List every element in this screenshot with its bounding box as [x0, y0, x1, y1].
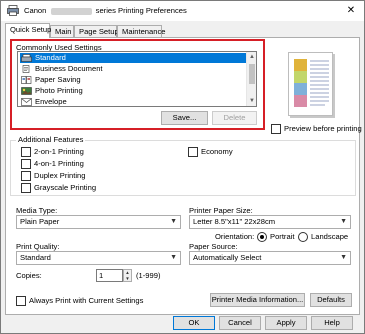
- always-print-label: Always Print with Current Settings: [29, 296, 144, 305]
- economy-checkbox[interactable]: [188, 147, 198, 157]
- portrait-radio[interactable]: [257, 232, 267, 242]
- list-item[interactable]: Envelope: [20, 97, 246, 106]
- duplex-printing-checkbox[interactable]: [21, 171, 31, 181]
- preview-before-printing-checkbox[interactable]: [271, 124, 281, 134]
- landscape-label: Landscape: [311, 232, 349, 241]
- copies-range: (1-999): [136, 271, 161, 280]
- list-scrollbar[interactable]: ▲ ▼: [246, 52, 256, 106]
- printer-paper-size-value: Letter 8.5"x11" 22x28cm: [193, 217, 276, 226]
- two-on-one-label: 2-on-1 Printing: [34, 147, 84, 156]
- scroll-thumb[interactable]: [249, 64, 255, 84]
- envelope-icon: [21, 98, 32, 106]
- list-item-label: Envelope: [35, 97, 67, 106]
- blurred-model-name: [50, 7, 92, 15]
- four-on-one-label: 4-on-1 Printing: [34, 159, 84, 168]
- grayscale-printing-checkbox[interactable]: [21, 183, 31, 193]
- cancel-button[interactable]: Cancel: [219, 316, 261, 330]
- help-button[interactable]: Help: [311, 316, 353, 330]
- page-preview-graphic: [294, 59, 329, 107]
- chevron-down-icon: ▼: [340, 254, 347, 261]
- window-title-suffix: series Printing Preferences: [95, 6, 187, 15]
- printer-media-information-button[interactable]: Printer Media Information...: [210, 293, 305, 307]
- page-preview-image: [288, 52, 333, 116]
- defaults-button[interactable]: Defaults: [310, 293, 352, 307]
- window-title: Canon series Printing Preferences: [24, 6, 187, 15]
- print-quality-dropdown[interactable]: Standard ▼: [16, 251, 181, 265]
- list-item-label: Standard: [35, 53, 66, 62]
- grayscale-printing-label: Grayscale Printing: [34, 183, 97, 192]
- media-type-value: Plain Paper: [20, 217, 60, 226]
- apply-button[interactable]: Apply: [265, 316, 307, 330]
- orientation-label: Orientation:: [215, 232, 255, 241]
- four-on-one-checkbox[interactable]: [21, 159, 31, 169]
- close-icon[interactable]: ✕: [344, 4, 358, 18]
- paper-saving-icon: [21, 76, 32, 84]
- copies-stepper[interactable]: ▲ ▼: [123, 269, 132, 282]
- standard-printer-icon: [21, 54, 32, 62]
- list-item[interactable]: Standard: [20, 53, 246, 63]
- tab-quick-setup[interactable]: Quick Setup: [5, 23, 51, 38]
- photo-printing-icon: [21, 87, 32, 95]
- portrait-label: Portrait: [270, 232, 295, 241]
- duplex-printing-label: Duplex Printing: [34, 171, 86, 180]
- copies-label: Copies:: [16, 271, 42, 280]
- delete-button[interactable]: Delete: [212, 111, 257, 125]
- commonly-used-settings-list[interactable]: Standard Business Document Paper Saving: [17, 51, 257, 107]
- title-bar[interactable]: Canon series Printing Preferences ✕: [1, 1, 364, 21]
- two-on-one-checkbox[interactable]: [21, 147, 31, 157]
- printer-paper-size-dropdown[interactable]: Letter 8.5"x11" 22x28cm ▼: [189, 215, 351, 229]
- paper-source-dropdown[interactable]: Automatically Select ▼: [189, 251, 351, 265]
- landscape-radio[interactable]: [298, 232, 308, 242]
- paper-source-value: Automatically Select: [193, 253, 262, 262]
- list-item-label: Paper Saving: [35, 75, 81, 84]
- economy-label: Economy: [201, 147, 233, 156]
- list-item-label: Business Document: [35, 64, 103, 73]
- print-quality-value: Standard: [20, 253, 51, 262]
- list-item[interactable]: Photo Printing: [20, 86, 246, 96]
- printing-preferences-window: Canon series Printing Preferences ✕ Quic…: [0, 0, 365, 334]
- chevron-down-icon: ▼: [340, 218, 347, 225]
- stepper-down-icon[interactable]: ▼: [124, 276, 131, 282]
- copies-input[interactable]: 1: [96, 269, 123, 282]
- printer-app-icon: [7, 5, 19, 16]
- chevron-down-icon: ▼: [170, 254, 177, 261]
- list-item[interactable]: Paper Saving: [20, 75, 246, 85]
- ok-button[interactable]: OK: [173, 316, 215, 330]
- chevron-down-icon: ▼: [170, 218, 177, 225]
- list-item-label: Photo Printing: [35, 86, 83, 95]
- preview-before-printing-label: Preview before printing: [284, 124, 362, 133]
- list-item[interactable]: Business Document: [20, 64, 246, 74]
- save-button[interactable]: Save...: [161, 111, 208, 125]
- scroll-down-arrow-icon[interactable]: ▼: [247, 96, 256, 106]
- always-print-checkbox[interactable]: [16, 296, 26, 306]
- additional-features-label: Additional Features: [16, 135, 86, 144]
- business-document-icon: [22, 65, 30, 73]
- scroll-up-arrow-icon[interactable]: ▲: [247, 52, 256, 62]
- media-type-dropdown[interactable]: Plain Paper ▼: [16, 215, 181, 229]
- window-title-prefix: Canon: [24, 6, 47, 15]
